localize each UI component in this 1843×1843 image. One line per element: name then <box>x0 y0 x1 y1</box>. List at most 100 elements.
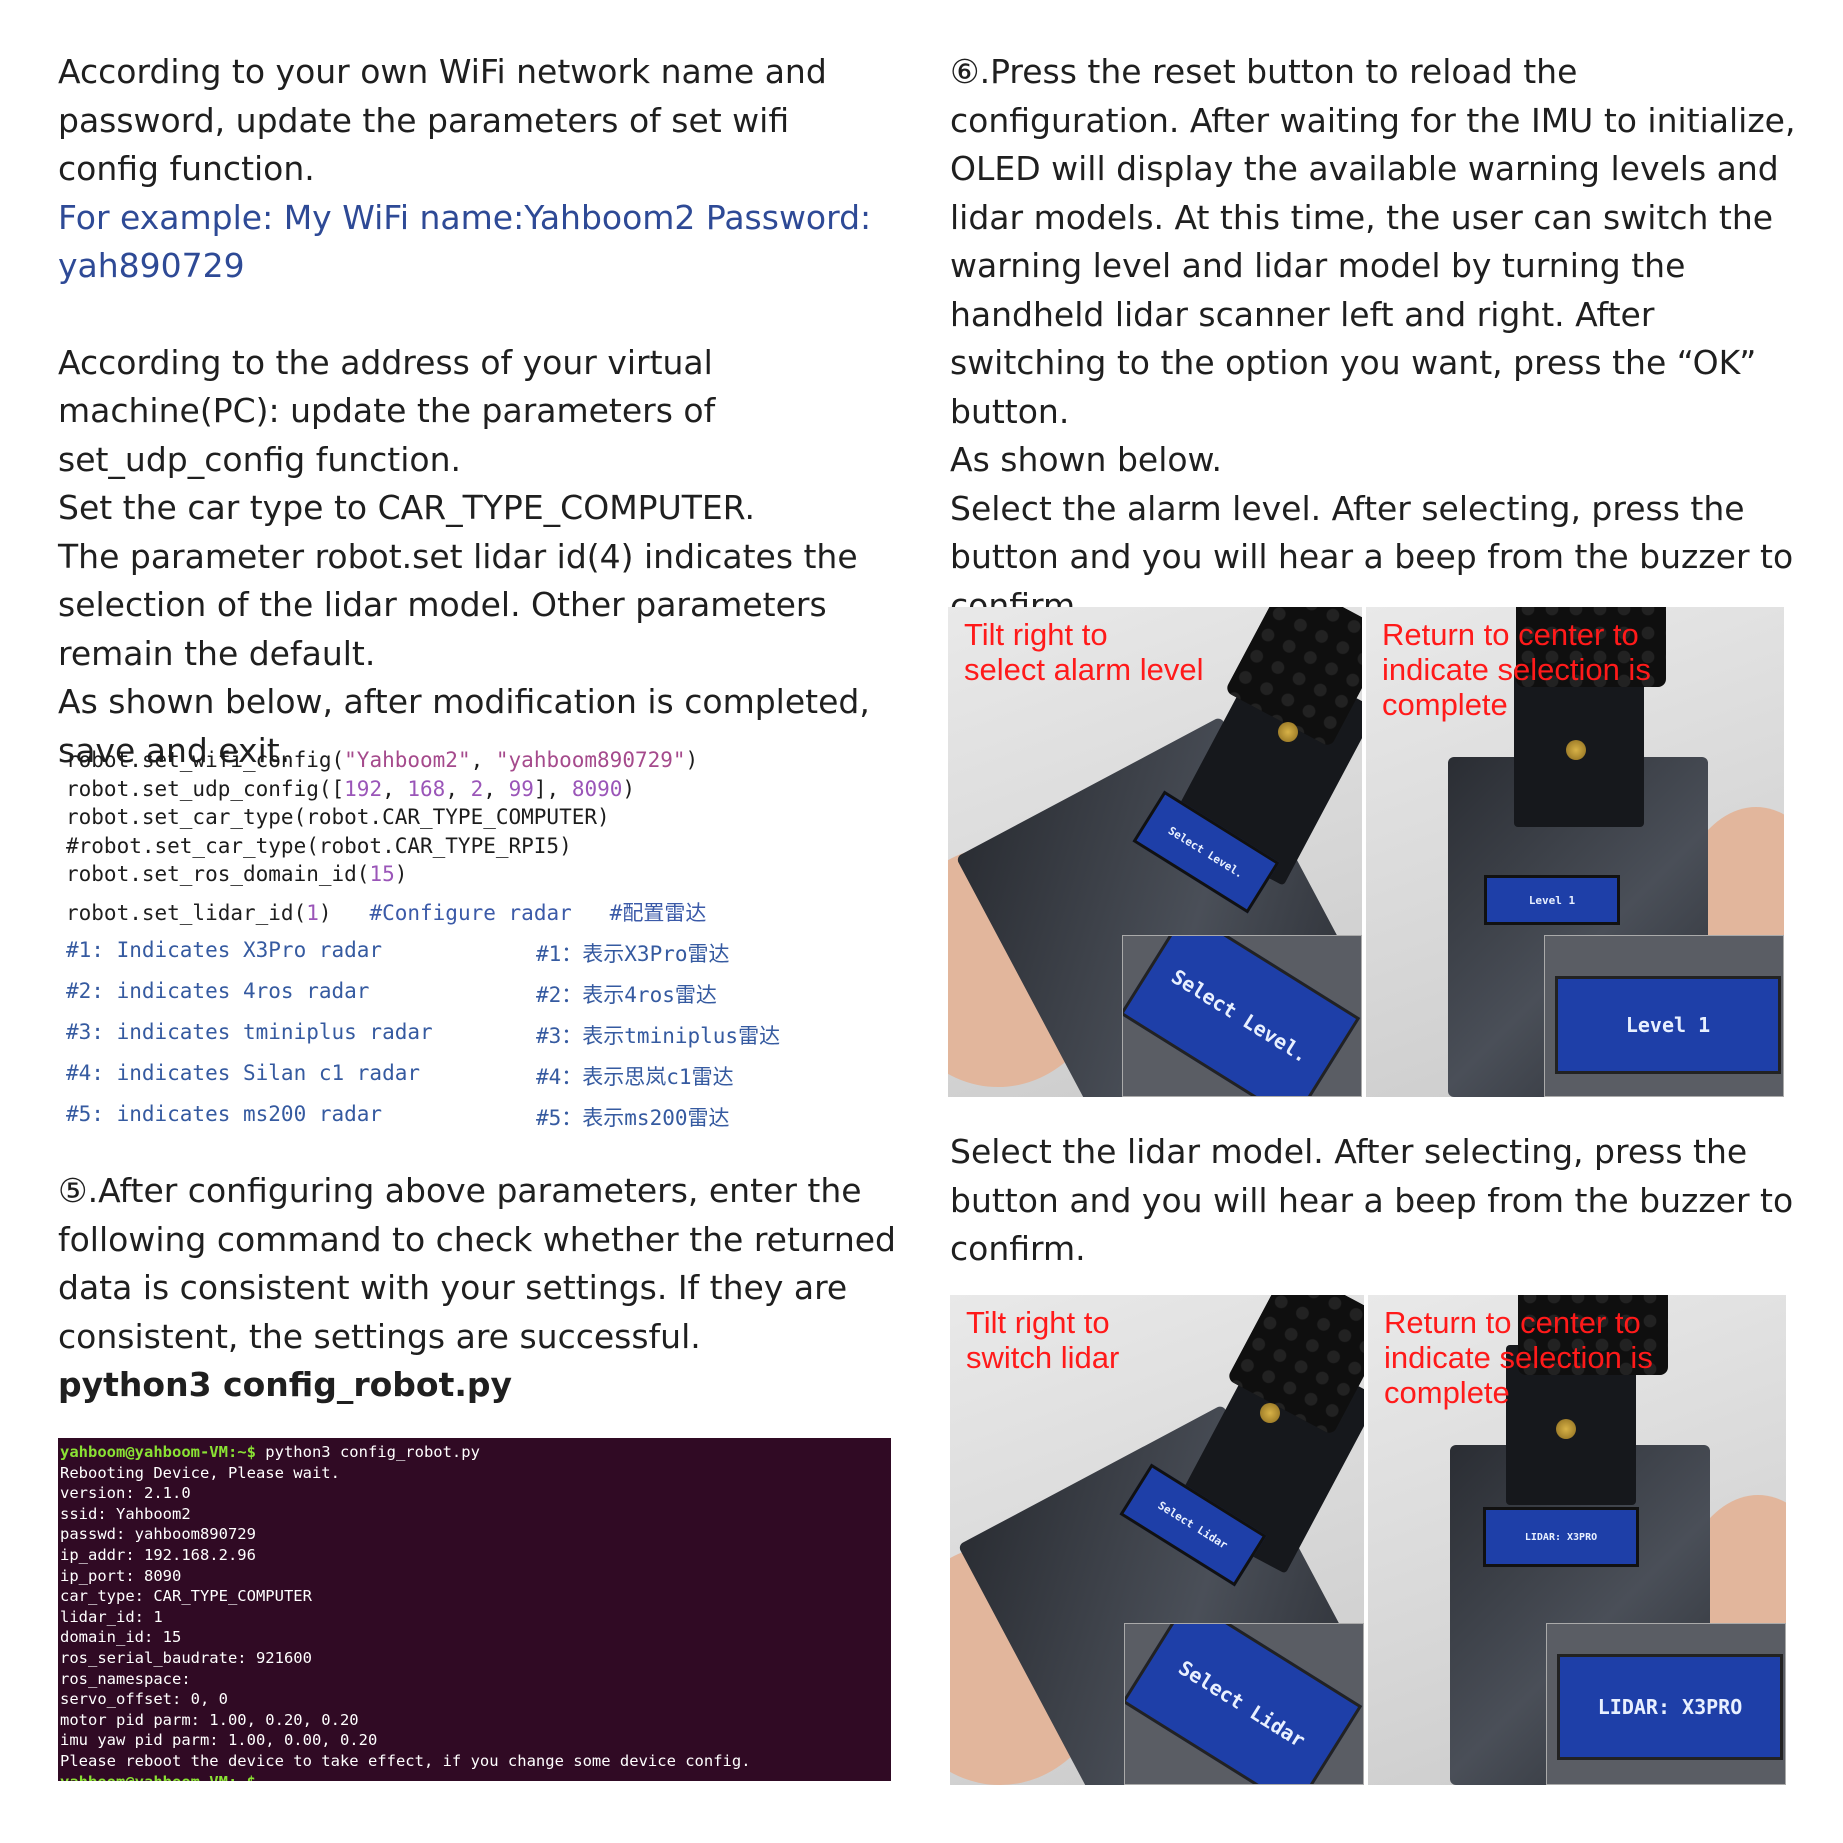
terminal-output-line: imu yaw pid parm: 1.00, 0.00, 0.20 <box>60 1731 378 1750</box>
screw <box>1556 1419 1576 1439</box>
terminal-output-line: lidar_id: 1 <box>60 1607 163 1626</box>
code-comment-row: #5: indicates ms200 radar #5：表示ms200雷达 <box>66 1102 866 1143</box>
terminal-output-line: ip_port: 8090 <box>60 1566 182 1585</box>
caption-return-center: Return to center to indicate selection i… <box>1382 617 1651 722</box>
lidar-model-instruction: Select the lidar model. After selecting,… <box>950 1132 1794 1268</box>
comment-en: #1: Indicates X3Pro radar <box>66 937 383 962</box>
terminal-output-line: ssid: Yahboom2 <box>60 1504 191 1523</box>
screw <box>1278 722 1298 742</box>
terminal-output-line: ros_serial_baudrate: 921600 <box>60 1648 312 1667</box>
terminal-output-line: car_type: CAR_TYPE_COMPUTER <box>60 1587 312 1606</box>
code-line-wifi: robot.set_wifi_config("Yahboom2", "yahbo… <box>66 748 866 777</box>
code-text: , <box>382 776 408 801</box>
oled-screen: LIDAR: X3PRO <box>1483 1507 1639 1567</box>
code-text: robot.set_lidar_id( <box>66 900 307 925</box>
photo-return-center-lidar: LIDAR: X3PRO LIDAR: X3PRO Return to cent… <box>1368 1295 1786 1785</box>
code-number: 192 <box>344 776 383 801</box>
code-number: 1 <box>306 900 319 925</box>
oled-closeup: LIDAR: X3PRO <box>1546 1623 1786 1785</box>
right-column: ⑥.Press the reset button to reload the c… <box>950 48 1800 630</box>
oled-closeup-screen: Select Lidar <box>1125 1624 1363 1784</box>
photo-tilt-right-alarm: Select Level. Select Level. Tilt right t… <box>948 607 1362 1097</box>
screw <box>1260 1403 1280 1423</box>
code-number: 168 <box>407 776 446 801</box>
comment-en: #5: indicates ms200 radar <box>66 1101 383 1126</box>
comment-zh: #5：表示ms200雷达 <box>536 1105 730 1130</box>
oled-screen: Level 1 <box>1484 875 1620 925</box>
code-line-lidar-id: robot.set_lidar_id(1) #Configure radar #… <box>66 891 866 938</box>
code-text: , <box>470 748 496 772</box>
code-number: 99 <box>508 776 534 801</box>
code-text: robot.set_wifi_config( <box>66 748 345 772</box>
comment-zh: #4：表示思岚c1雷达 <box>536 1064 734 1089</box>
terminal-output-line: domain_id: 15 <box>60 1628 182 1647</box>
code-number: 15 <box>369 862 395 886</box>
code-comment-row: #2: indicates 4ros radar #2：表示4ros雷达 <box>66 979 866 1020</box>
code-line-car-type-comment: #robot.set_car_type(robot.CAR_TYPE_RPI5) <box>66 833 572 858</box>
terminal-output-line: passwd: yahboom890729 <box>60 1525 256 1544</box>
comment-zh: #1：表示X3Pro雷达 <box>536 941 730 966</box>
code-comment: #配置雷达 <box>609 900 707 925</box>
code-string: "Yahboom2" <box>344 748 471 772</box>
terminal-output-line: motor pid parm: 1.00, 0.20, 0.20 <box>60 1710 359 1729</box>
terminal-window: yahboom@yahboom-VM:~$ python3 config_rob… <box>58 1438 891 1781</box>
wifi-instruction: According to your own WiFi network name … <box>58 52 827 188</box>
terminal-end-prompt: yahboom@yahboom-VM:~$ <box>60 1772 891 1782</box>
oled-closeup-screen: Select Level. <box>1123 936 1361 1096</box>
code-comment-row: #4: indicates Silan c1 radar #4：表示思岚c1雷达 <box>66 1061 866 1102</box>
terminal-command-line: yahboom@yahboom-VM:~$ python3 config_rob… <box>60 1442 891 1463</box>
code-string: "yahboom890729" <box>495 748 686 772</box>
code-number: 2 <box>470 776 484 801</box>
comment-zh: #3：表示tminiplus雷达 <box>536 1023 781 1048</box>
code-line-domain-id: robot.set_ros_domain_id(15) <box>66 862 866 891</box>
code-text: ) <box>622 776 636 801</box>
terminal-output-line: version: 2.1.0 <box>60 1484 191 1503</box>
reset-instruction: ⑥.Press the reset button to reload the c… <box>950 52 1796 431</box>
terminal-output-line: Please reboot the device to take effect,… <box>60 1751 751 1770</box>
comment-en: #2: indicates 4ros radar <box>66 978 370 1003</box>
terminal-output-line: ros_namespace: <box>60 1669 191 1688</box>
code-snippet: robot.set_wifi_config("Yahboom2", "yahbo… <box>66 748 866 1143</box>
oled-closeup: Level 1 <box>1544 935 1784 1097</box>
code-comment-row: #1: Indicates X3Pro radar #1：表示X3Pro雷达 <box>66 938 866 979</box>
code-comment-row: #3: indicates tminiplus radar #3：表示tminip… <box>66 1020 866 1061</box>
oled-closeup: Select Level. <box>1122 935 1362 1097</box>
left-column: According to your own WiFi network name … <box>58 48 898 775</box>
oled-closeup-screen: LIDAR: X3PRO <box>1557 1654 1783 1760</box>
photo-return-center-alarm: Level 1 Level 1 Return to center to indi… <box>1366 607 1784 1097</box>
verify-command: python3 config_robot.py <box>58 1365 513 1404</box>
comment-en: #4: indicates Silan c1 radar <box>66 1060 421 1085</box>
lidar-model-photos: Select Lidar Select Lidar Tilt right to … <box>950 1295 1786 1785</box>
screw <box>1566 740 1586 760</box>
comment-zh: #2：表示4ros雷达 <box>536 982 717 1007</box>
wifi-example: For example: My WiFi name:Yahboom2 Passw… <box>58 197 872 286</box>
code-text: robot.set_ros_domain_id( <box>66 862 370 886</box>
oled-closeup: Select Lidar <box>1124 1623 1364 1785</box>
verify-instruction: ⑤.After configuring above parameters, en… <box>58 1171 896 1356</box>
terminal-command: python3 config_robot.py <box>255 1443 480 1461</box>
comment-en: #3: indicates tminiplus radar <box>66 1019 433 1044</box>
lidar-id-instruction: The parameter robot.set lidar id(4) indi… <box>58 536 858 673</box>
code-text: , <box>483 776 509 801</box>
udp-instruction: According to the address of your virtual… <box>58 342 716 479</box>
code-text: robot.set_udp_config([ <box>66 776 345 801</box>
lidar-model-section: Select the lidar model. After selecting,… <box>950 1128 1800 1274</box>
oled-closeup-screen: Level 1 <box>1555 976 1781 1074</box>
code-line-car-type: robot.set_car_type(robot.CAR_TYPE_COMPUT… <box>66 805 610 829</box>
terminal-output-line: ip_addr: 192.168.2.96 <box>60 1545 256 1564</box>
code-line-udp: robot.set_udp_config([192, 168, 2, 99], … <box>66 777 866 806</box>
code-text: ], <box>533 776 572 801</box>
verify-section: ⑤.After configuring above parameters, en… <box>58 1167 898 1410</box>
code-comment: #Configure radar <box>369 900 610 925</box>
code-text: ) <box>685 748 699 772</box>
caption-return-center: Return to center to indicate selection i… <box>1384 1305 1653 1410</box>
terminal-prompt: yahboom@yahboom-VM:~$ <box>60 1443 256 1461</box>
code-text: , <box>445 776 471 801</box>
caption-tilt-right: Tilt right to switch lidar <box>966 1305 1120 1375</box>
code-number: 8090 <box>571 776 623 801</box>
caption-tilt-right: Tilt right to select alarm level <box>964 617 1204 687</box>
terminal-output-line: Rebooting Device, Please wait. <box>60 1463 340 1482</box>
photo-tilt-right-lidar: Select Lidar Select Lidar Tilt right to … <box>950 1295 1364 1785</box>
alarm-level-photos: Select Level. Select Level. Tilt right t… <box>948 607 1784 1097</box>
